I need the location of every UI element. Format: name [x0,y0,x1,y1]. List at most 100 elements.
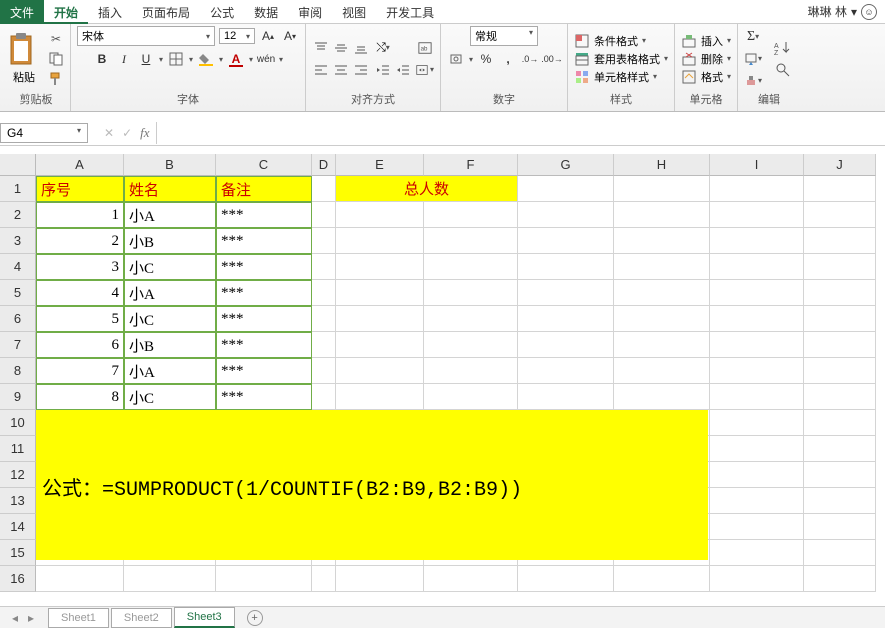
tab-devtools[interactable]: 开发工具 [376,0,444,24]
cell[interactable]: 4 [36,280,124,306]
cell[interactable]: *** [216,280,312,306]
row-header[interactable]: 1 [0,176,36,202]
decrease-font-icon[interactable]: A▾ [281,27,299,45]
cell[interactable] [614,306,710,332]
increase-decimal-icon[interactable]: .0→ [521,50,539,68]
sheet-nav-prev-icon[interactable]: ◂ [8,611,22,625]
delete-cells[interactable]: 删除▾ [681,51,731,67]
cell[interactable] [614,176,710,202]
font-color-button[interactable]: A [227,50,245,68]
cell[interactable] [518,176,614,202]
sheet-tab[interactable]: Sheet1 [48,608,109,628]
cell[interactable]: *** [216,228,312,254]
cell[interactable] [710,332,804,358]
col-header[interactable]: A [36,154,124,176]
row-header[interactable]: 11 [0,436,36,462]
number-format-dropdown[interactable]: 常规▾ [470,26,538,46]
cell[interactable]: 序号 [36,176,124,202]
cell[interactable] [614,254,710,280]
row-header[interactable]: 15 [0,540,36,566]
cell[interactable] [336,280,424,306]
cell[interactable] [804,254,876,280]
cell[interactable] [312,176,336,202]
cell[interactable] [614,332,710,358]
cell[interactable]: 小B [124,228,216,254]
cell[interactable] [804,384,876,410]
col-header[interactable]: D [312,154,336,176]
cell[interactable] [424,566,518,592]
cell[interactable] [710,540,804,566]
cell[interactable] [710,514,804,540]
cell[interactable]: 小A [124,358,216,384]
cell[interactable] [710,358,804,384]
select-all-corner[interactable] [0,154,36,176]
currency-icon[interactable] [447,50,465,68]
cell[interactable] [710,228,804,254]
row-header[interactable]: 16 [0,566,36,592]
cell[interactable] [804,410,876,436]
format-cells[interactable]: 格式▾ [681,69,731,85]
sheet-tab[interactable]: Sheet3 [174,607,235,628]
cell[interactable] [518,202,614,228]
cell[interactable]: 5 [36,306,124,332]
row-header[interactable]: 5 [0,280,36,306]
cell[interactable] [312,254,336,280]
cell[interactable] [710,436,804,462]
cell[interactable] [804,332,876,358]
border-button[interactable] [167,50,185,68]
bold-button[interactable]: B [93,50,111,68]
cell[interactable]: 8 [36,384,124,410]
clear-icon[interactable]: ▾ [744,72,762,90]
col-header[interactable]: E [336,154,424,176]
font-size-dropdown[interactable]: 12▾ [219,28,255,44]
cell[interactable]: *** [216,384,312,410]
cell[interactable] [336,358,424,384]
cell[interactable] [710,254,804,280]
cell[interactable] [710,384,804,410]
decrease-decimal-icon[interactable]: .00→ [543,50,561,68]
cell[interactable] [614,566,710,592]
cell[interactable] [710,280,804,306]
formula-input[interactable] [156,122,885,144]
cell[interactable] [518,332,614,358]
cell[interactable] [312,384,336,410]
cell[interactable]: 6 [36,332,124,358]
cell[interactable] [804,488,876,514]
cell[interactable] [518,306,614,332]
cell[interactable] [710,306,804,332]
tab-view[interactable]: 视图 [332,0,376,24]
underline-button[interactable]: U [137,50,155,68]
cell[interactable] [710,202,804,228]
paste-button[interactable]: 粘贴 [8,33,40,85]
row-header[interactable]: 8 [0,358,36,384]
cell[interactable] [710,410,804,436]
row-header[interactable]: 7 [0,332,36,358]
indent-increase-icon[interactable] [394,61,412,79]
cell[interactable]: *** [216,332,312,358]
align-center-icon[interactable] [332,61,350,79]
cell[interactable] [804,228,876,254]
cell[interactable]: 小A [124,202,216,228]
cell[interactable] [518,566,614,592]
cell[interactable] [312,280,336,306]
cell[interactable]: 备注 [216,176,312,202]
cell[interactable] [424,228,518,254]
align-left-icon[interactable] [312,61,330,79]
increase-font-icon[interactable]: A▴ [259,27,277,45]
cell[interactable] [614,384,710,410]
cell[interactable] [312,566,336,592]
align-right-icon[interactable] [352,61,370,79]
col-header[interactable]: F [424,154,518,176]
cell[interactable] [36,566,124,592]
cell[interactable] [804,202,876,228]
cell[interactable] [336,306,424,332]
align-bottom-icon[interactable] [352,39,370,57]
cell[interactable] [614,280,710,306]
cell[interactable] [312,332,336,358]
cell[interactable]: 小C [124,306,216,332]
col-header[interactable]: B [124,154,216,176]
sheet-tab[interactable]: Sheet2 [111,608,172,628]
cell[interactable] [518,228,614,254]
cell[interactable]: 1 [36,202,124,228]
fill-icon[interactable]: ▾ [744,50,762,68]
